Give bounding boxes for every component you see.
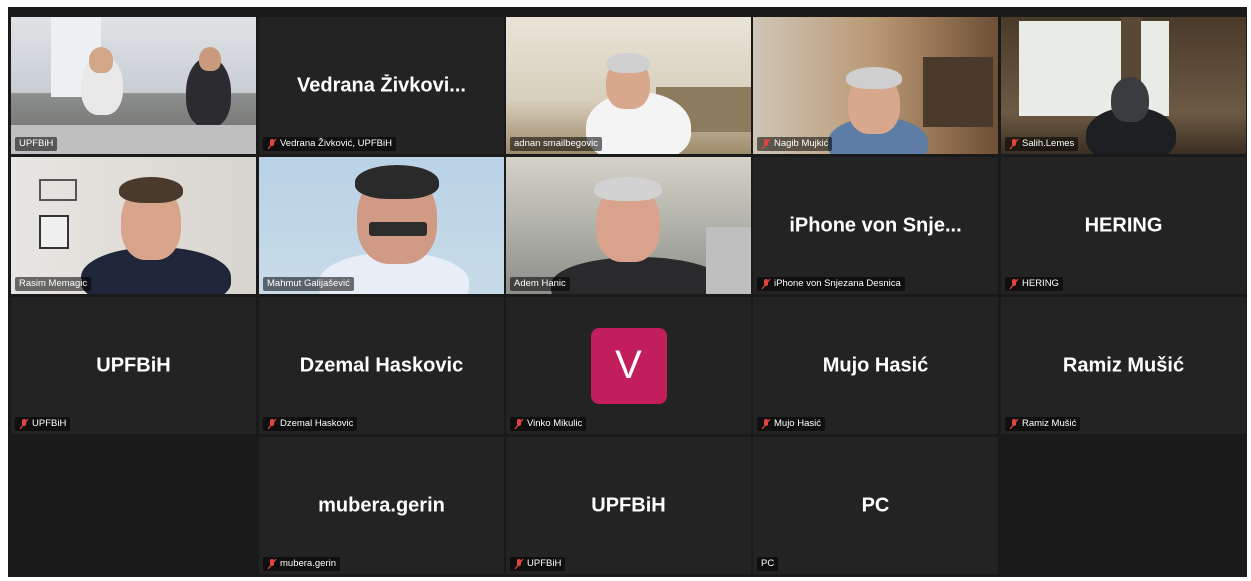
mic-muted-icon bbox=[761, 138, 771, 150]
video-gallery: UPFBiH Vedrana Živkovi... Vedrana Živkov… bbox=[8, 7, 1247, 577]
video-feed bbox=[506, 17, 751, 154]
participant-display-name: mubera.gerin bbox=[318, 494, 445, 516]
participant-tile[interactable]: Nagib Mujkić bbox=[753, 17, 998, 154]
mic-muted-icon bbox=[19, 418, 29, 430]
participant-tile[interactable]: Mujo Hasić Mujo Hasić bbox=[753, 297, 998, 434]
participant-tile[interactable]: adnan smailbegovic bbox=[506, 17, 751, 154]
participant-display-name: UPFBiH bbox=[591, 494, 666, 516]
participant-display-name: Vedrana Živkovi... bbox=[297, 74, 466, 96]
participant-name-label: HERING bbox=[1005, 277, 1063, 291]
video-feed bbox=[11, 17, 256, 154]
participant-tile[interactable]: PC PC bbox=[753, 437, 998, 574]
participant-display-name: HERING bbox=[1084, 214, 1163, 236]
participant-display-name: Mujo Hasić bbox=[822, 354, 929, 376]
participant-tile[interactable]: UPFBiH bbox=[11, 17, 256, 154]
participant-tile[interactable]: UPFBiH UPFBiH bbox=[11, 297, 256, 434]
participant-name-label: iPhone von Snjezana Desnica bbox=[757, 277, 905, 291]
participant-tile[interactable]: Ramiz Mušić Ramiz Mušić bbox=[1001, 297, 1246, 434]
participant-tile[interactable]: mubera.gerin mubera.gerin bbox=[259, 437, 504, 574]
participant-tile[interactable]: Adem Hanic bbox=[506, 157, 751, 294]
mic-muted-icon bbox=[514, 558, 524, 570]
participant-avatar: V bbox=[590, 327, 667, 404]
participant-name-label: Mujo Hasić bbox=[757, 417, 825, 431]
mic-muted-icon bbox=[267, 418, 277, 430]
video-feed bbox=[1001, 17, 1246, 154]
participant-name-label: Dzemal Haskovic bbox=[263, 417, 358, 431]
participant-tile[interactable]: iPhone von Snje... iPhone von Snjezana D… bbox=[753, 157, 998, 294]
participant-name-label: adnan smailbegovic bbox=[510, 137, 602, 151]
participant-display-name: iPhone von Snje... bbox=[789, 214, 962, 236]
participant-name-label: Rasim Memagic bbox=[15, 277, 92, 291]
mic-muted-icon bbox=[1009, 278, 1019, 290]
participant-name-label: UPFBiH bbox=[15, 137, 58, 151]
participant-name-label: mubera.gerin bbox=[263, 557, 340, 571]
mic-muted-icon bbox=[1009, 418, 1019, 430]
participant-display-name: Dzemal Haskovic bbox=[299, 354, 464, 376]
video-feed bbox=[259, 157, 504, 294]
participant-name-label: UPFBiH bbox=[15, 417, 71, 431]
participant-tile[interactable]: V Vinko Mikulic bbox=[506, 297, 751, 434]
participant-name-label: Ramiz Mušić bbox=[1005, 417, 1081, 431]
video-feed bbox=[11, 157, 256, 294]
participant-tile[interactable]: HERING HERING bbox=[1001, 157, 1246, 294]
participant-tile[interactable]: Vedrana Živkovi... Vedrana Živković, UPF… bbox=[259, 17, 504, 154]
participant-name-label: UPFBiH bbox=[510, 557, 566, 571]
participant-display-name: UPFBiH bbox=[96, 354, 171, 376]
participant-tile-active-speaker[interactable]: Rasim Memagic bbox=[11, 157, 256, 294]
mic-muted-icon bbox=[267, 138, 277, 150]
mic-muted-icon bbox=[761, 418, 771, 430]
participant-display-name: Ramiz Mušić bbox=[1062, 354, 1185, 376]
participant-tile[interactable]: Salih.Lemes bbox=[1001, 17, 1246, 154]
participant-name-label: PC bbox=[757, 557, 779, 571]
participant-name-label: Vedrana Živković, UPFBiH bbox=[263, 137, 396, 151]
mic-muted-icon bbox=[761, 278, 771, 290]
mic-muted-icon bbox=[267, 558, 277, 570]
participant-display-name: PC bbox=[861, 494, 890, 516]
participant-name-label: Vinko Mikulic bbox=[510, 417, 587, 431]
mic-muted-icon bbox=[1009, 138, 1019, 150]
participant-name-label: Nagib Mujkić bbox=[757, 137, 833, 151]
participant-name-label: Adem Hanic bbox=[510, 277, 570, 291]
participant-tile[interactable]: UPFBiH UPFBiH bbox=[506, 437, 751, 574]
mic-muted-icon bbox=[514, 418, 524, 430]
participant-tile[interactable]: Mahmut Galijašević bbox=[259, 157, 504, 294]
participant-name-label: Salih.Lemes bbox=[1005, 137, 1079, 151]
video-feed bbox=[753, 17, 998, 154]
video-feed bbox=[506, 157, 751, 294]
participant-tile[interactable]: Dzemal Haskovic Dzemal Haskovic bbox=[259, 297, 504, 434]
participant-name-label: Mahmut Galijašević bbox=[263, 277, 354, 291]
